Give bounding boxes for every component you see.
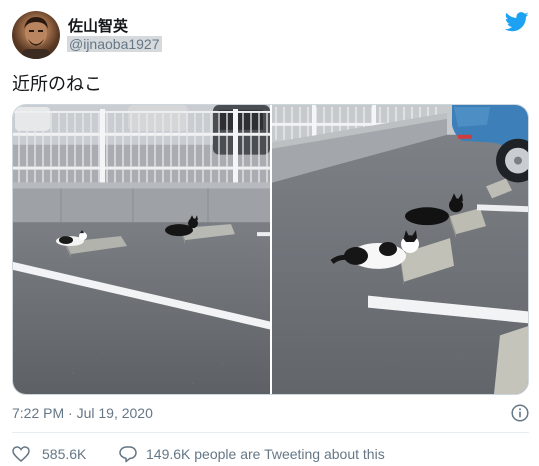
author-handle[interactable]: @ijnaoba1927	[67, 36, 162, 52]
tweet-text: 近所のねこ	[12, 74, 102, 94]
people-tweeting-link[interactable]: 149.6K people are Tweeting about this	[146, 446, 385, 462]
like-count[interactable]: 585.6K	[42, 446, 86, 462]
photo-image	[272, 105, 528, 394]
twitter-bird-icon[interactable]	[505, 12, 529, 32]
avatar[interactable]	[12, 11, 60, 59]
media-grid	[12, 104, 529, 395]
divider	[12, 432, 529, 433]
photo-parking-lot-closeup[interactable]	[272, 105, 528, 394]
author-display-name[interactable]: 佐山智英	[68, 15, 128, 36]
heart-icon[interactable]	[12, 446, 30, 462]
info-icon[interactable]	[511, 404, 529, 422]
tweet-card: 佐山智英 @ijnaoba1927 近所のねこ 7:22 PM · Jul 19…	[0, 0, 539, 466]
tweet-timestamp[interactable]: 7:22 PM · Jul 19, 2020	[12, 405, 153, 421]
photo-parking-lot-wide[interactable]	[13, 105, 270, 394]
avatar-face-icon	[22, 17, 50, 59]
photo-image	[13, 105, 270, 394]
speech-bubble-icon[interactable]	[119, 445, 137, 463]
